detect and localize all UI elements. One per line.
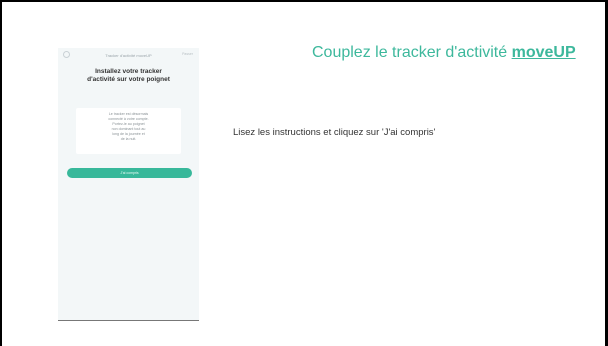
heading-text: Couplez le tracker d'activité <box>312 44 512 61</box>
instruction-text: Lisez les instructions et cliquez sur 'J… <box>233 127 436 138</box>
phone-title: Installez votre tracker d'activité sur v… <box>87 68 170 83</box>
back-icon[interactable] <box>63 51 70 58</box>
phone-header-title: Tracker d'activité moveUP <box>105 52 152 58</box>
phone-instruction-text: Le tracker est désormais connecté à votr… <box>108 112 149 141</box>
phone-screenshot: Tracker d'activité moveUP Passer Install… <box>58 48 199 321</box>
phone-header: Tracker d'activité moveUP Passer <box>58 48 199 62</box>
understood-button[interactable]: J'ai compris <box>67 168 192 178</box>
slide: Tracker d'activité moveUP Passer Install… <box>2 2 605 346</box>
phone-skip-link[interactable]: Passer <box>182 52 193 56</box>
phone-instruction-card: Le tracker est désormais connecté à votr… <box>76 108 181 154</box>
page-heading: Couplez le tracker d'activité moveUP <box>312 44 576 62</box>
brand-link[interactable]: moveUP <box>512 44 576 61</box>
